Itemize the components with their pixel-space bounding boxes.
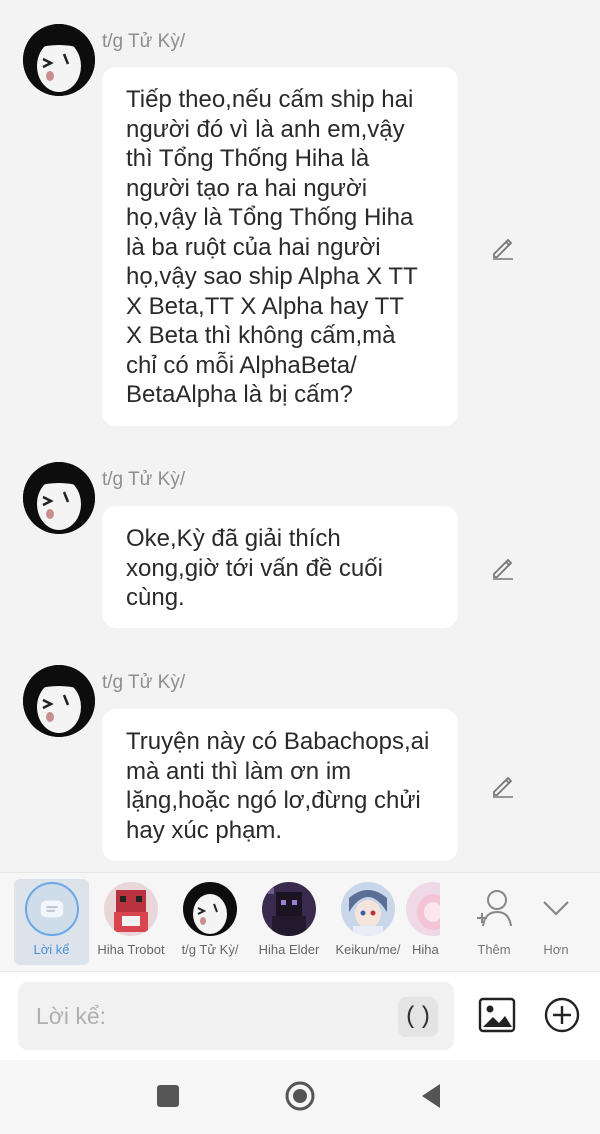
character-keikun[interactable]: Keikun/me/ <box>329 879 407 965</box>
message-bubble[interactable]: Tiếp theo,nếu cấm ship hai người đó vì l… <box>102 67 458 426</box>
character-avatar <box>104 882 158 936</box>
character-avatar <box>341 882 395 936</box>
character-bar: Lời kể Hiha Trobot t/g Tử Kỳ/ Hiha Elder… <box>0 872 600 972</box>
chat-area[interactable]: t/g Tử Kỳ/ Tiếp theo,nếu cấm ship hai ng… <box>0 0 600 872</box>
edit-icon[interactable] <box>490 772 516 798</box>
message-bubble[interactable]: Oke,Kỳ đã giải thích xong,giờ tới vấn đề… <box>102 506 458 628</box>
character-avatar <box>406 882 440 936</box>
nav-home-icon[interactable] <box>284 1080 316 1112</box>
author-avatar[interactable] <box>23 462 95 534</box>
character-name: Hiha Trobot <box>97 942 165 957</box>
character-narration[interactable]: Lời kể <box>14 879 89 965</box>
character-hiha[interactable]: Hiha <box>400 879 440 965</box>
parentheses-button[interactable]: () <box>398 997 438 1037</box>
message-input[interactable] <box>18 982 454 1050</box>
character-name: Keikun/me/ <box>335 942 401 957</box>
message-bubble[interactable]: Truyện này có Babachops,ai mà anti thì l… <box>102 709 458 861</box>
character-avatar <box>262 882 316 936</box>
character-hiha-trobot[interactable]: Hiha Trobot <box>92 879 170 965</box>
character-avatar <box>183 882 237 936</box>
nav-square-icon[interactable] <box>152 1080 184 1112</box>
character-name: Hiha Elder <box>258 942 320 957</box>
character-name: Hiha <box>412 942 439 957</box>
author-name: t/g Tử Kỳ/ <box>102 469 186 490</box>
author-name: t/g Tử Kỳ/ <box>102 31 186 52</box>
more-button[interactable]: Hơn <box>517 879 595 965</box>
character-name: Lời kể <box>33 942 70 957</box>
narration-icon <box>24 882 79 936</box>
edit-icon[interactable] <box>490 554 516 580</box>
character-hiha-elder[interactable]: Hiha Elder <box>250 879 328 965</box>
author-avatar[interactable] <box>23 665 95 737</box>
system-nav-bar <box>0 1060 600 1134</box>
author-name: t/g Tử Kỳ/ <box>102 672 186 693</box>
character-name: t/g Tử Kỳ/ <box>181 942 239 957</box>
add-person-icon <box>467 882 521 936</box>
edit-icon[interactable] <box>490 234 516 260</box>
character-tg-tu-ky[interactable]: t/g Tử Kỳ/ <box>171 879 249 965</box>
chevron-down-icon <box>529 882 583 936</box>
more-label: Hơn <box>543 942 569 957</box>
plus-circle-icon[interactable] <box>543 996 581 1034</box>
nav-back-icon[interactable] <box>416 1080 448 1112</box>
image-icon[interactable] <box>478 996 516 1034</box>
author-avatar[interactable] <box>23 24 95 96</box>
